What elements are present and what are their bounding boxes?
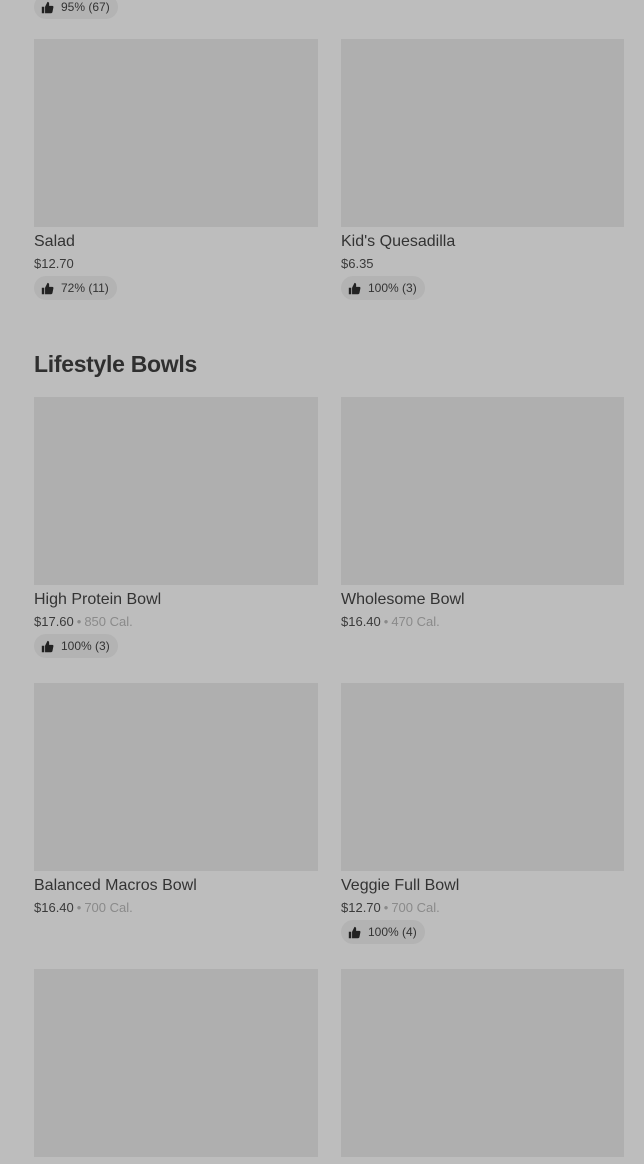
menu-item-price: $6.35: [341, 256, 374, 271]
thumbs-up-icon: [348, 926, 361, 938]
menu-item-meta: $12.70 • 700 Cal.: [341, 900, 624, 915]
thumbs-up-icon: [41, 1, 54, 13]
thumbs-up-icon: [41, 282, 54, 294]
rating-badge: 72% (11): [34, 276, 117, 300]
rating-badge: 100% (3): [341, 276, 425, 300]
separator-dot: •: [76, 900, 82, 915]
rating-text: 100% (4): [368, 925, 417, 939]
menu-item-image[interactable]: [34, 683, 318, 871]
menu-item-card[interactable]: Veggie Full Bowl $12.70 • 700 Cal. 100% (4…: [341, 683, 624, 944]
separator-dot: •: [76, 614, 82, 629]
menu-item-calories: 700 Cal.: [84, 900, 133, 915]
menu-item-card[interactable]: Kid's Quesadilla $6.35 100% (3): [341, 39, 624, 300]
menu-item-name: Wholesome Bowl: [341, 591, 465, 608]
thumbs-up-icon: [41, 640, 54, 652]
menu-item-calories: 700 Cal.: [391, 900, 440, 915]
menu-item-price: $16.40: [34, 900, 74, 915]
menu-item-card[interactable]: Salad $12.70 72% (11): [34, 39, 318, 300]
menu-item-price: $12.70: [341, 900, 381, 915]
menu-item-price: $12.70: [34, 256, 74, 271]
menu-item-meta: $16.40 • 700 Cal.: [34, 900, 318, 915]
menu-item-card[interactable]: [341, 969, 624, 1157]
thumbs-up-icon: [348, 282, 361, 294]
rating-text: 100% (3): [61, 639, 110, 653]
rating-text: 72% (11): [61, 281, 109, 295]
menu-item-image[interactable]: [341, 969, 624, 1157]
menu-item-calories: 470 Cal.: [391, 614, 440, 629]
menu-item-card[interactable]: Wholesome Bowl $16.40 • 470 Cal.: [341, 397, 624, 629]
rating-text: 100% (3): [368, 281, 417, 295]
menu-item-name: High Protein Bowl: [34, 591, 162, 608]
section-title: Lifestyle Bowls: [34, 351, 197, 377]
menu-item-price: $16.40: [341, 614, 381, 629]
menu-page: 95% (67) Salad $12.70 72% (11) Kid's Que…: [0, 0, 644, 1164]
menu-item-image[interactable]: [341, 397, 624, 585]
menu-item-card[interactable]: High Protein Bowl $17.60 • 850 Cal. 100% (…: [34, 397, 318, 658]
menu-item-meta: $16.40 • 470 Cal.: [341, 614, 624, 629]
separator-dot: •: [383, 614, 389, 629]
menu-item-meta: $12.70: [34, 256, 318, 271]
rating-badge: 100% (4): [341, 920, 425, 944]
menu-item-name: Balanced Macros Bowl: [34, 877, 197, 894]
menu-item-card[interactable]: Balanced Macros Bowl $16.40 • 700 Cal.: [34, 683, 318, 915]
rating-badge: 95% (67): [34, 0, 118, 19]
menu-item-meta: $6.35: [341, 256, 624, 271]
menu-item-meta: $17.60 • 850 Cal.: [34, 614, 318, 629]
menu-item-image[interactable]: [34, 397, 318, 585]
menu-item-image[interactable]: [34, 39, 318, 227]
menu-item-name: Kid's Quesadilla: [341, 233, 456, 250]
menu-item-image[interactable]: [341, 683, 624, 871]
menu-item-card[interactable]: [34, 969, 318, 1157]
separator-dot: •: [383, 900, 389, 915]
menu-item-name: Veggie Full Bowl: [341, 877, 460, 894]
menu-item-image[interactable]: [34, 969, 318, 1157]
rating-badge: 100% (3): [34, 634, 118, 658]
menu-item-calories: 850 Cal.: [84, 614, 133, 629]
rating-text: 95% (67): [61, 0, 110, 14]
menu-item-image[interactable]: [341, 39, 624, 227]
menu-item-name: Salad: [34, 233, 75, 250]
menu-item-price: $17.60: [34, 614, 74, 629]
